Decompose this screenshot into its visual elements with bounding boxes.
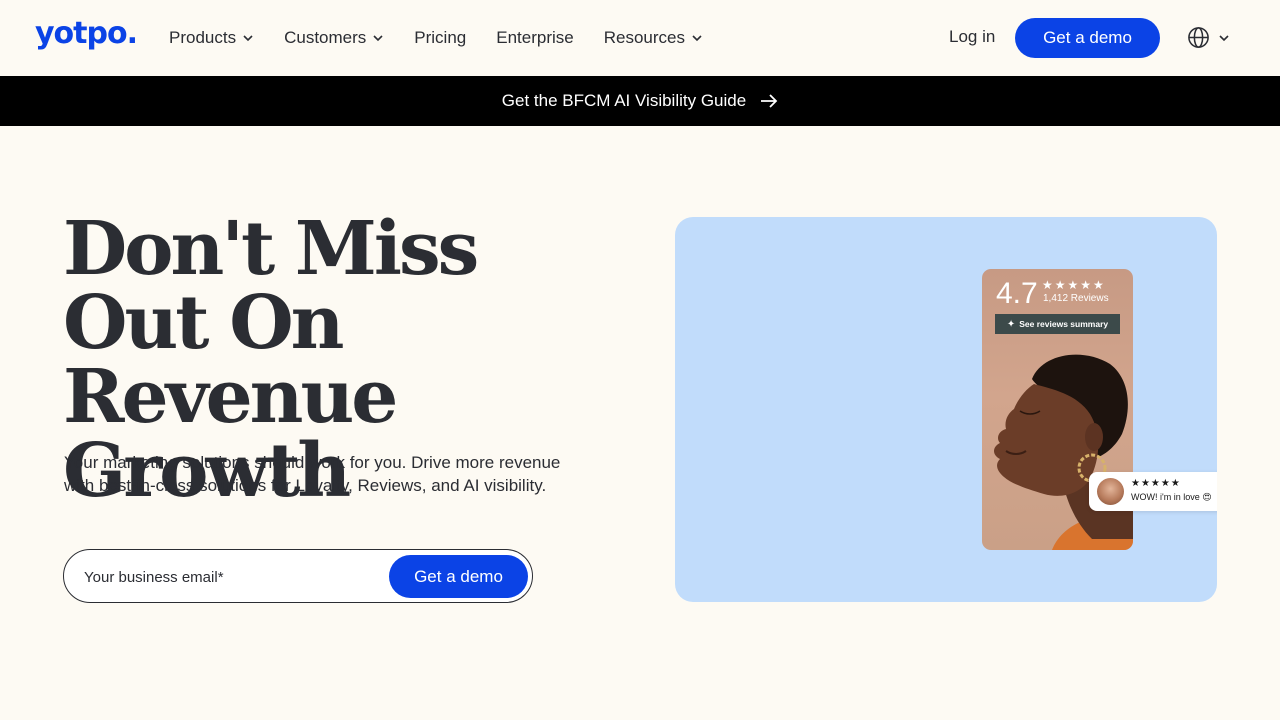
nav-resources[interactable]: Resources xyxy=(604,28,703,48)
review-chip-text: WOW! i'm in love 😍 xyxy=(1131,492,1212,502)
nav-resources-label: Resources xyxy=(603,28,685,47)
nav-products-label: Products xyxy=(169,28,237,47)
chevron-down-icon xyxy=(692,35,702,42)
nav-enterprise[interactable]: Enterprise xyxy=(496,28,573,48)
nav-enterprise-label: Enterprise xyxy=(496,28,574,47)
hero-subtext: Your marketing solutions should work for… xyxy=(64,453,561,495)
get-demo-button-header[interactable]: Get a demo xyxy=(1015,18,1160,58)
login-link[interactable]: Log in xyxy=(949,27,995,47)
get-demo-button-hero[interactable]: Get a demo xyxy=(389,555,528,598)
language-selector[interactable] xyxy=(1187,26,1230,49)
business-email-input[interactable] xyxy=(84,564,374,590)
reviews-summary-label: See reviews summary xyxy=(1019,319,1109,329)
nav-pricing-label: Pricing xyxy=(414,28,467,47)
globe-icon xyxy=(1188,27,1209,48)
site-header: yotpo. Products Customers Pricing Enterp… xyxy=(0,0,1280,76)
review-chip-stars: ★★★★★ xyxy=(1131,478,1181,489)
reviews-count: 1,412 Reviews xyxy=(1043,293,1109,304)
nav-pricing[interactable]: Pricing xyxy=(414,28,466,48)
woman-portrait-image xyxy=(994,354,1133,550)
chevron-down-icon xyxy=(243,35,253,42)
main-nav: Products Customers Pricing Enterprise Re… xyxy=(169,0,733,76)
review-chip: ★★★★★ WOW! i'm in love 😍 xyxy=(1089,472,1217,511)
sparkle-icon: ✦ xyxy=(1006,318,1016,330)
rating-stars: ★★★★★ xyxy=(1042,278,1106,292)
nav-customers-label: Customers xyxy=(284,28,367,47)
yotpo-logo[interactable]: yotpo. xyxy=(35,16,138,51)
hero-visual: 4.7 ★★★★★ 1,412 Reviews ✦ See reviews su… xyxy=(675,217,1217,602)
nav-products[interactable]: Products xyxy=(169,28,254,48)
chevron-down-icon xyxy=(373,35,383,42)
promo-banner-text: Get the BFCM AI Visibility Guide xyxy=(501,91,747,110)
demo-signup-form: Get a demo xyxy=(63,549,533,603)
nav-customers[interactable]: Customers xyxy=(284,28,384,48)
promo-banner[interactable]: Get the BFCM AI Visibility Guide xyxy=(0,76,1280,126)
reviews-summary-button[interactable]: ✦ See reviews summary xyxy=(995,314,1120,334)
arrow-right-icon xyxy=(761,94,778,108)
rating-value: 4.7 xyxy=(996,277,1038,310)
chevron-down-icon xyxy=(1219,34,1229,41)
reviewer-avatar xyxy=(1097,478,1124,505)
